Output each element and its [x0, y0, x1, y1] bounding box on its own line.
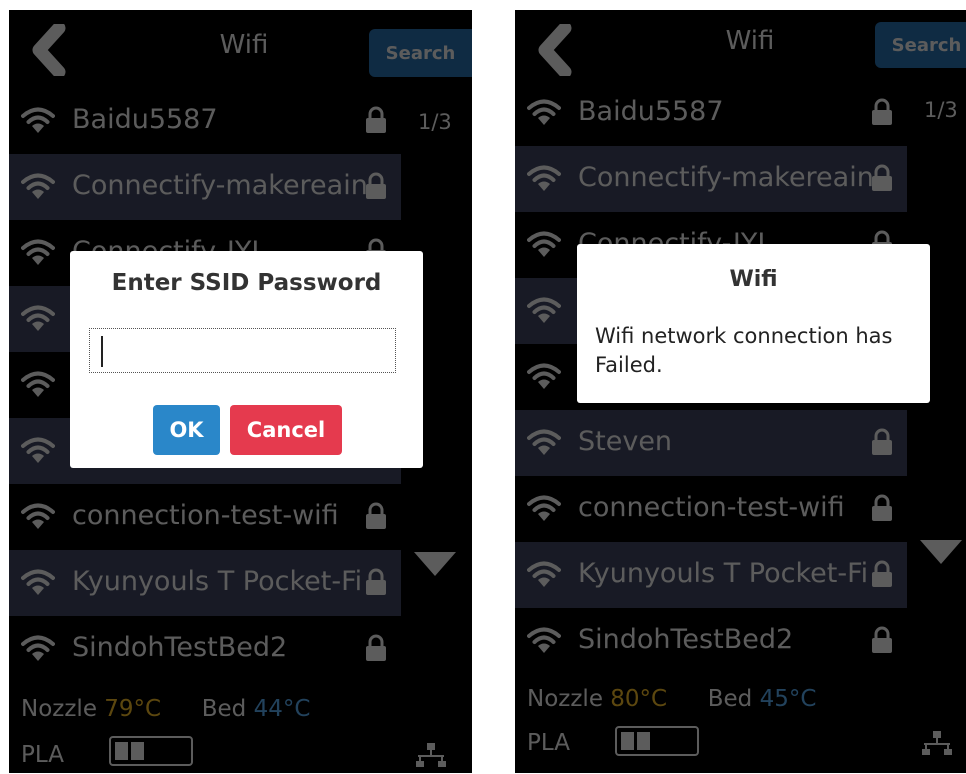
network-ssid: Connectify-makereain — [578, 162, 874, 193]
bed-temp-value: 44°C — [253, 696, 311, 722]
temperature-status: Nozzle 79°C Bed 44°C — [21, 696, 310, 722]
lock-icon — [871, 428, 893, 456]
scroll-down-arrow-icon[interactable] — [414, 552, 456, 576]
network-row[interactable]: Connectify-makereain — [515, 146, 907, 212]
back-chevron-icon[interactable] — [29, 24, 71, 76]
lock-icon — [365, 172, 387, 200]
filament-type: PLA — [21, 742, 64, 768]
filament-level-indicator — [615, 726, 699, 756]
network-row[interactable]: Kyunyouls T Pocket-Fi — [515, 542, 907, 608]
wifi-signal-icon — [527, 625, 561, 655]
scroll-down-arrow-icon[interactable] — [920, 540, 962, 564]
page-title: Wifi — [725, 26, 775, 56]
wifi-signal-icon — [21, 237, 55, 267]
network-ssid: Baidu5587 — [578, 96, 724, 127]
network-row[interactable]: connection-test-wifi — [9, 484, 401, 550]
nozzle-label: Nozzle — [527, 686, 603, 712]
network-row[interactable]: Baidu5587 — [9, 88, 401, 154]
search-button[interactable]: Search — [875, 22, 966, 68]
network-row[interactable]: Connectify-makereain — [9, 154, 401, 220]
wifi-signal-icon — [527, 493, 561, 523]
wifi-signal-icon — [21, 303, 55, 333]
wifi-signal-icon — [21, 633, 55, 663]
wifi-signal-icon — [527, 163, 561, 193]
network-ssid: Steven — [578, 426, 673, 457]
wifi-signal-icon — [527, 559, 561, 589]
page-indicator: 1/3 — [418, 110, 452, 134]
lock-icon — [871, 98, 893, 126]
page-indicator: 1/3 — [924, 98, 958, 122]
wifi-signal-icon — [527, 295, 561, 325]
lock-icon — [871, 164, 893, 192]
dialog-message: Wifi network connection has Failed. — [595, 324, 893, 377]
nozzle-temp-value: 79°C — [104, 696, 162, 722]
network-ssid: SindohTestBed2 — [578, 624, 794, 655]
network-row[interactable]: connection-test-wifi — [515, 476, 907, 542]
wifi-signal-icon — [21, 105, 55, 135]
lock-icon — [871, 560, 893, 588]
nozzle-label: Nozzle — [21, 696, 97, 722]
text-caret — [101, 336, 103, 367]
network-ssid: SindohTestBed2 — [72, 632, 288, 663]
wifi-signal-icon — [21, 567, 55, 597]
password-input[interactable] — [89, 328, 396, 373]
cancel-button[interactable]: Cancel — [230, 405, 342, 455]
wifi-signal-icon — [21, 435, 55, 465]
network-ssid: Kyunyouls T Pocket-Fi — [72, 566, 363, 597]
wifi-signal-icon — [21, 501, 55, 531]
network-row[interactable]: Steven — [515, 410, 907, 476]
wifi-signal-icon — [21, 171, 55, 201]
dialog-title: Enter SSID Password — [111, 270, 382, 296]
lock-icon — [365, 634, 387, 662]
filament-type: PLA — [527, 730, 570, 756]
wired-network-icon — [416, 743, 446, 767]
dialog-title: Wifi — [729, 267, 778, 292]
wifi-signal-icon — [527, 229, 561, 259]
wifi-signal-icon — [527, 427, 561, 457]
wifi-signal-icon — [527, 361, 561, 391]
ok-button[interactable]: OK — [153, 405, 220, 455]
lock-icon — [365, 502, 387, 530]
page-title: Wifi — [219, 30, 269, 60]
filament-level-indicator — [109, 736, 193, 766]
password-dialog: Enter SSID Password OK Cancel — [70, 251, 423, 468]
lock-icon — [871, 626, 893, 654]
wired-network-icon — [922, 731, 952, 755]
network-row[interactable]: SindohTestBed2 — [515, 608, 907, 674]
network-ssid: Kyunyouls T Pocket-Fi — [578, 558, 869, 589]
bed-temp-value: 45°C — [759, 686, 817, 712]
lock-icon — [365, 106, 387, 134]
bed-label: Bed — [707, 686, 753, 712]
network-ssid: connection-test-wifi — [578, 492, 845, 523]
wifi-screen-connection-failed: Wifi Search Baidu5587 Connectify-makerea… — [515, 10, 966, 773]
network-ssid: connection-test-wifi — [72, 500, 339, 531]
network-row[interactable]: Baidu5587 — [515, 80, 907, 146]
network-ssid: Connectify-makereain — [72, 170, 368, 201]
bed-label: Bed — [201, 696, 247, 722]
lock-icon — [365, 568, 387, 596]
wifi-screen-password-prompt: Wifi Search Baidu5587 Connectify-makerea… — [9, 10, 472, 773]
nozzle-temp-value: 80°C — [610, 686, 668, 712]
back-chevron-icon[interactable] — [535, 24, 577, 76]
network-ssid: Baidu5587 — [72, 104, 218, 135]
temperature-status: Nozzle 80°C Bed 45°C — [527, 686, 816, 712]
wifi-signal-icon — [527, 97, 561, 127]
lock-icon — [871, 494, 893, 522]
network-row[interactable]: SindohTestBed2 — [9, 616, 401, 682]
connection-failed-dialog: Wifi Wifi network connection has Failed. — [577, 244, 930, 403]
search-button[interactable]: Search — [369, 29, 472, 77]
wifi-signal-icon — [21, 369, 55, 399]
network-row[interactable]: Kyunyouls T Pocket-Fi — [9, 550, 401, 616]
